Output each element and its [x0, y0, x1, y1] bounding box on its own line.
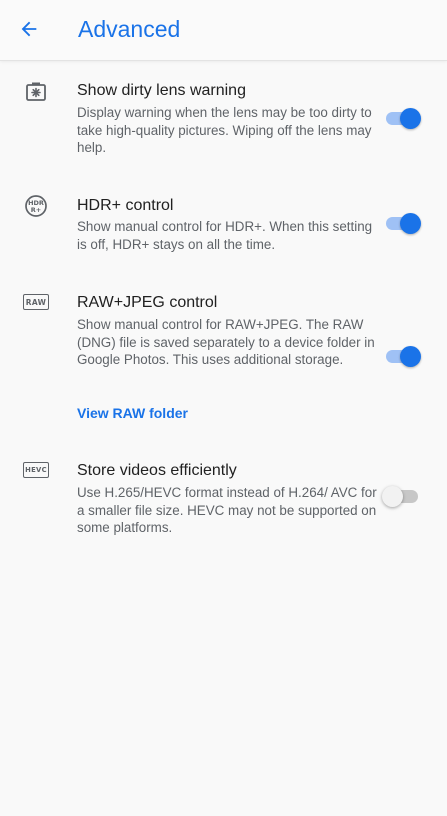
toggle-thumb [400, 213, 421, 234]
setting-title: Store videos efficiently [77, 462, 237, 479]
setting-dirty-lens[interactable]: Show dirty lens warning Display warning … [0, 78, 447, 168]
setting-title: HDR+ control [77, 197, 174, 214]
app-bar: Advanced [0, 0, 447, 61]
arrow-back-icon [21, 21, 37, 37]
store-videos-efficiently-toggle[interactable] [382, 484, 424, 508]
svg-text:R+: R+ [31, 206, 41, 214]
setting-store-videos-efficiently[interactable]: HEVC Store videos efficiently Use H.265/… [0, 459, 447, 539]
raw-jpeg-toggle[interactable] [384, 344, 424, 368]
setting-description: Use H.265/HEVC format instead of H.264/ … [77, 485, 377, 535]
setting-description: Show manual control for RAW+JPEG. The RA… [77, 317, 375, 367]
setting-title: RAW+JPEG control [77, 294, 218, 311]
hdr-plus-icon: HDR R+ [24, 194, 48, 223]
dirty-lens-toggle[interactable] [384, 106, 424, 130]
hdr-plus-toggle[interactable] [384, 211, 424, 235]
raw-icon: RAW [23, 294, 49, 310]
setting-hdr-plus[interactable]: HDR R+ HDR+ control Show manual control … [0, 194, 447, 264]
page-title: Advanced [78, 16, 181, 42]
setting-description: Show manual control for HDR+. When this … [77, 219, 373, 252]
view-raw-folder-link[interactable]: View RAW folder [77, 405, 188, 421]
toggle-thumb [400, 346, 421, 367]
dirty-lens-icon [24, 80, 48, 109]
setting-description: Display warning when the lens may be too… [77, 105, 372, 155]
toggle-thumb [400, 108, 421, 129]
setting-title: Show dirty lens warning [77, 82, 246, 99]
setting-raw-jpeg[interactable]: RAW RAW+JPEG control Show manual control… [0, 291, 447, 431]
hevc-icon: HEVC [23, 462, 49, 478]
toggle-thumb [382, 486, 403, 507]
back-button[interactable] [12, 12, 46, 46]
